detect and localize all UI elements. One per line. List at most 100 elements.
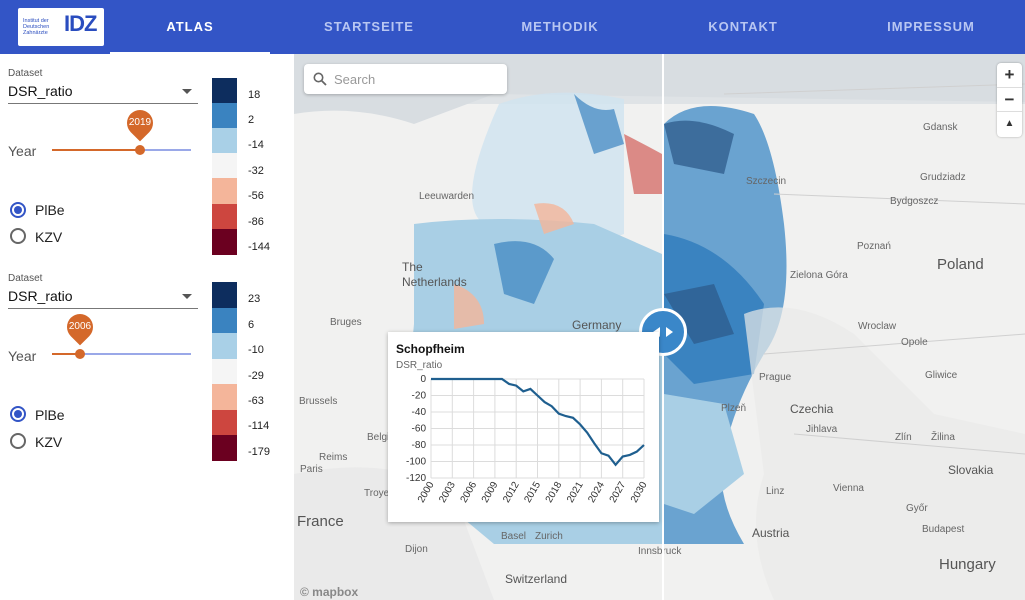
control-sidebar: Dataset DSR_ratio 2019 Year PlBe KZV 18 … (0, 54, 294, 600)
search-placeholder: Search (334, 72, 376, 87)
legend-right-swatch-5 (212, 384, 237, 410)
chart-y-tick-label: -40 (412, 407, 427, 418)
legend-left-swatch-7 (212, 229, 237, 255)
chart-x-tick-label: 2009 (480, 480, 501, 505)
map-label: Bruges (330, 317, 362, 328)
map-label: Slovakia (948, 463, 994, 477)
top-navigation-bar: Institut der Deutschen Zahnärzte IDZ ATL… (0, 0, 1025, 54)
map-label: Poznań (857, 241, 891, 252)
year-slider-thumb-right[interactable] (75, 349, 85, 359)
legend-left-swatch-3 (212, 128, 237, 154)
tab-methodik[interactable]: METHODIK (480, 0, 640, 54)
legend-left-swatch-5 (212, 178, 237, 204)
map-label: Bydgoszcz (890, 196, 939, 207)
map-label: Zlín (895, 432, 912, 443)
dataset-select-value: DSR_ratio (8, 288, 73, 304)
radio-plbe-right[interactable] (10, 406, 26, 422)
legend-left-value-4: -32 (248, 165, 264, 177)
legend-left-swatch-2 (212, 103, 237, 129)
map-label: Brussels (299, 396, 338, 407)
map-label: Budapest (922, 524, 965, 535)
dataset-select-left[interactable]: DSR_ratio (8, 80, 198, 104)
legend-right-value-5: -63 (248, 395, 264, 407)
map-label: Grudziadz (920, 172, 966, 183)
radio-kzv-left[interactable] (10, 228, 26, 244)
legend-right-value-4: -29 (248, 370, 264, 382)
map-label: Zielona Góra (790, 270, 848, 281)
chart-y-tick-label: -60 (412, 424, 427, 435)
legend-right-swatch-7 (212, 435, 237, 461)
map-label: Linz (766, 486, 785, 497)
map-label: Gdansk (923, 122, 958, 133)
radio-kzv-left-label: KZV (35, 229, 63, 245)
mapbox-attribution[interactable]: © mapbox (300, 585, 358, 599)
chart-y-tick-label: -20 (412, 391, 427, 402)
map-label: Plzeň (721, 403, 747, 414)
legend-right-swatch-4 (212, 359, 237, 385)
dataset-select-value: DSR_ratio (8, 83, 73, 99)
radio-kzv-right-label: KZV (35, 434, 63, 450)
map-search-box[interactable]: Search (304, 64, 507, 94)
legend-left-swatch-4 (212, 153, 237, 179)
tab-atlas[interactable]: ATLAS (110, 0, 270, 54)
map-label: The Netherlands (402, 260, 467, 289)
logo-idz-text: IDZ (64, 11, 97, 36)
legend-left-value-5: -56 (248, 190, 264, 202)
chart-x-tick-label: 2030 (629, 480, 650, 505)
legend-right-swatch-1 (212, 282, 237, 308)
zoom-in-button[interactable]: + (997, 63, 1022, 88)
dataset-label-left: Dataset (8, 68, 43, 79)
map-label: Žilina (931, 432, 955, 443)
legend-left-value-3: -14 (248, 139, 264, 151)
map-label: Reims (319, 452, 348, 463)
map-label: Germany (572, 318, 622, 332)
legend-right-value-3: -10 (248, 344, 264, 356)
legend-right-value-1: 23 (248, 293, 261, 305)
year-slider-fill-left (52, 149, 140, 151)
map-label: Zurich (535, 531, 563, 542)
map-label: Szczecin (746, 176, 787, 187)
legend-right-value-7: -179 (248, 446, 271, 458)
search-icon (313, 72, 327, 86)
chart-x-tick-label: 2021 (565, 480, 586, 505)
map-label: Jihlava (806, 424, 838, 435)
map-label: Hungary (939, 556, 996, 573)
idz-logo[interactable]: Institut der Deutschen Zahnärzte IDZ (18, 8, 104, 46)
tab-startseite[interactable]: STARTSEITE (289, 0, 449, 54)
legend-left-swatch-1 (212, 78, 237, 104)
chart-x-tick-label: 2018 (544, 480, 565, 505)
tab-kontakt[interactable]: KONTAKT (663, 0, 823, 54)
map-label: Austria (752, 526, 790, 540)
chart-x-tick-label: 2006 (459, 480, 480, 505)
radio-kzv-right[interactable] (10, 433, 26, 449)
radio-plbe-left-label: PlBe (35, 202, 65, 218)
year-label-right: Year (8, 348, 37, 364)
zoom-out-button[interactable]: − (997, 88, 1022, 113)
compass-button[interactable]: ▲ (997, 112, 1022, 137)
radio-plbe-left[interactable] (10, 202, 26, 218)
legend-right-value-2: 6 (248, 319, 255, 331)
map-label: Dijon (405, 544, 428, 555)
legend-right-value-6: -114 (248, 420, 270, 432)
dataset-select-right[interactable]: DSR_ratio (8, 285, 198, 309)
chart-x-tick-label: 2003 (437, 480, 458, 505)
year-slider-value-right: 2006 (68, 321, 92, 332)
map-label: Switzerland (505, 572, 568, 586)
legend-left-value-7: -144 (248, 241, 271, 253)
map-label: Innsbruck (638, 546, 682, 557)
chevron-down-icon (182, 89, 192, 94)
map-label: Leeuwarden (419, 191, 475, 202)
year-slider-thumb-left[interactable] (135, 145, 145, 155)
map-view[interactable]: Gdansk Grudziadz Bydgoszcz Szczecin Pozn… (294, 54, 1025, 600)
chart-y-tick-label: 0 (420, 374, 426, 385)
map-label: Wroclaw (858, 321, 897, 332)
legend-right-swatch-6 (212, 410, 237, 436)
map-label: France (297, 513, 344, 530)
tab-impressum[interactable]: IMPRESSUM (851, 0, 1011, 54)
popup-line-chart: 0-20-40-60-80-100-1202000 2003 2006 2009 201… (406, 374, 650, 505)
chart-x-tick-label: 2024 (586, 480, 607, 505)
legend-left-swatch-6 (212, 204, 237, 230)
legend-left-value-1: 18 (248, 89, 261, 101)
dataset-label-right: Dataset (8, 273, 43, 284)
map-label: Vienna (833, 483, 864, 494)
